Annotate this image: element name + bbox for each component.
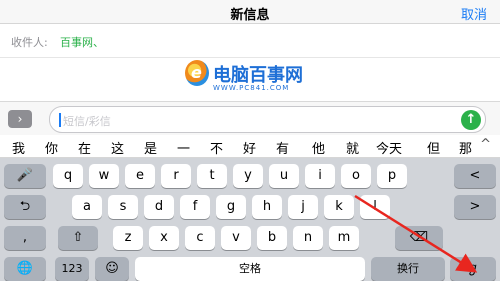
key-w[interactable]: w [89,164,119,188]
key-x[interactable]: x [149,226,179,250]
key-n[interactable]: n [293,226,323,250]
cursor-left-key[interactable]: < [454,164,496,188]
delete-icon[interactable]: ⌫ [395,226,443,250]
key-k[interactable]: k [324,195,354,219]
key-z[interactable]: z [113,226,143,250]
key-i[interactable]: i [305,164,335,188]
message-input[interactable]: 短信/彩信 ↑ [49,106,486,133]
candidate-word[interactable]: 不 [210,138,223,157]
key-s[interactable]: s [108,195,138,219]
text-caret [59,113,61,127]
watermark-logo: e 电脑百事网 WWW.PC841.COM [183,60,323,96]
candidate-word[interactable]: 他 [312,138,325,157]
recipient-chip[interactable]: 百事网、 [60,34,104,50]
mic-icon[interactable]: 🎤 [4,164,46,188]
emoji-icon[interactable]: ☺ [95,257,129,281]
key-v[interactable]: v [221,226,251,250]
candidate-word[interactable]: 在 [78,138,91,157]
page-title: 新信息 [230,8,270,23]
key-t[interactable]: t [197,164,227,188]
compose-bar: › 短信/彩信 ↑ [0,101,500,135]
cancel-button[interactable]: 取消 [461,4,487,23]
comma-key[interactable]: , [4,226,46,250]
key-d[interactable]: d [144,195,174,219]
chevron-up-icon[interactable]: ^ [480,137,491,152]
key-c[interactable]: c [185,226,215,250]
recipient-row[interactable]: 收件人: 百事网、 [0,24,500,58]
recipient-label: 收件人: [11,36,48,49]
key-q[interactable]: q [53,164,83,188]
candidate-word[interactable]: 是 [144,138,157,157]
key-r[interactable]: r [161,164,191,188]
numbers-key[interactable]: 123 [55,257,89,281]
keyboard: 🎤 q w e r t y u i o p < ⮌ a s d f g h j … [0,158,500,281]
nav-bar: 新信息 取消 [0,0,500,24]
undo-icon[interactable]: ⮌ [4,195,46,219]
key-a[interactable]: a [72,195,102,219]
logo-letter: e [191,63,202,82]
key-u[interactable]: u [269,164,299,188]
message-placeholder: 短信/彩信 [63,115,111,128]
candidate-word[interactable]: 你 [45,138,58,157]
numbers-label: 123 [61,262,83,275]
candidate-word[interactable]: 但 [427,138,440,157]
handwriting-icon[interactable]: ℊ [450,257,496,281]
key-y[interactable]: y [233,164,263,188]
candidate-word[interactable]: 好 [243,138,256,157]
key-p[interactable]: p [377,164,407,188]
key-m[interactable]: m [329,226,359,250]
candidate-word[interactable]: 我 [12,138,25,157]
candidate-word[interactable]: 今天 [376,138,402,157]
return-key[interactable]: 换行 [371,257,445,281]
return-label: 换行 [397,262,419,275]
candidate-word[interactable]: 就 [346,138,359,157]
key-j[interactable]: j [288,195,318,219]
candidate-word[interactable]: 一 [177,138,190,157]
key-b[interactable]: b [257,226,287,250]
send-icon[interactable]: ↑ [461,110,481,130]
expand-icon[interactable]: › [8,110,32,128]
globe-icon[interactable]: 🌐 [4,257,46,281]
candidate-word[interactable]: 有 [276,138,289,157]
key-g[interactable]: g [216,195,246,219]
shift-icon[interactable]: ⇧ [58,226,98,250]
key-o[interactable]: o [341,164,371,188]
key-l[interactable]: l [360,195,390,219]
space-label: 空格 [239,262,261,275]
candidate-word[interactable]: 这 [111,138,124,157]
key-e[interactable]: e [125,164,155,188]
space-key[interactable]: 空格 [135,257,365,281]
cursor-right-key[interactable]: > [454,195,496,219]
candidate-word[interactable]: 那 [459,138,472,157]
key-h[interactable]: h [252,195,282,219]
watermark-url: WWW.PC841.COM [213,84,290,92]
candidate-bar: 我 你 在 这 是 一 不 好 有 他 就 今天 但 那 ^ [0,135,500,158]
key-f[interactable]: f [180,195,210,219]
